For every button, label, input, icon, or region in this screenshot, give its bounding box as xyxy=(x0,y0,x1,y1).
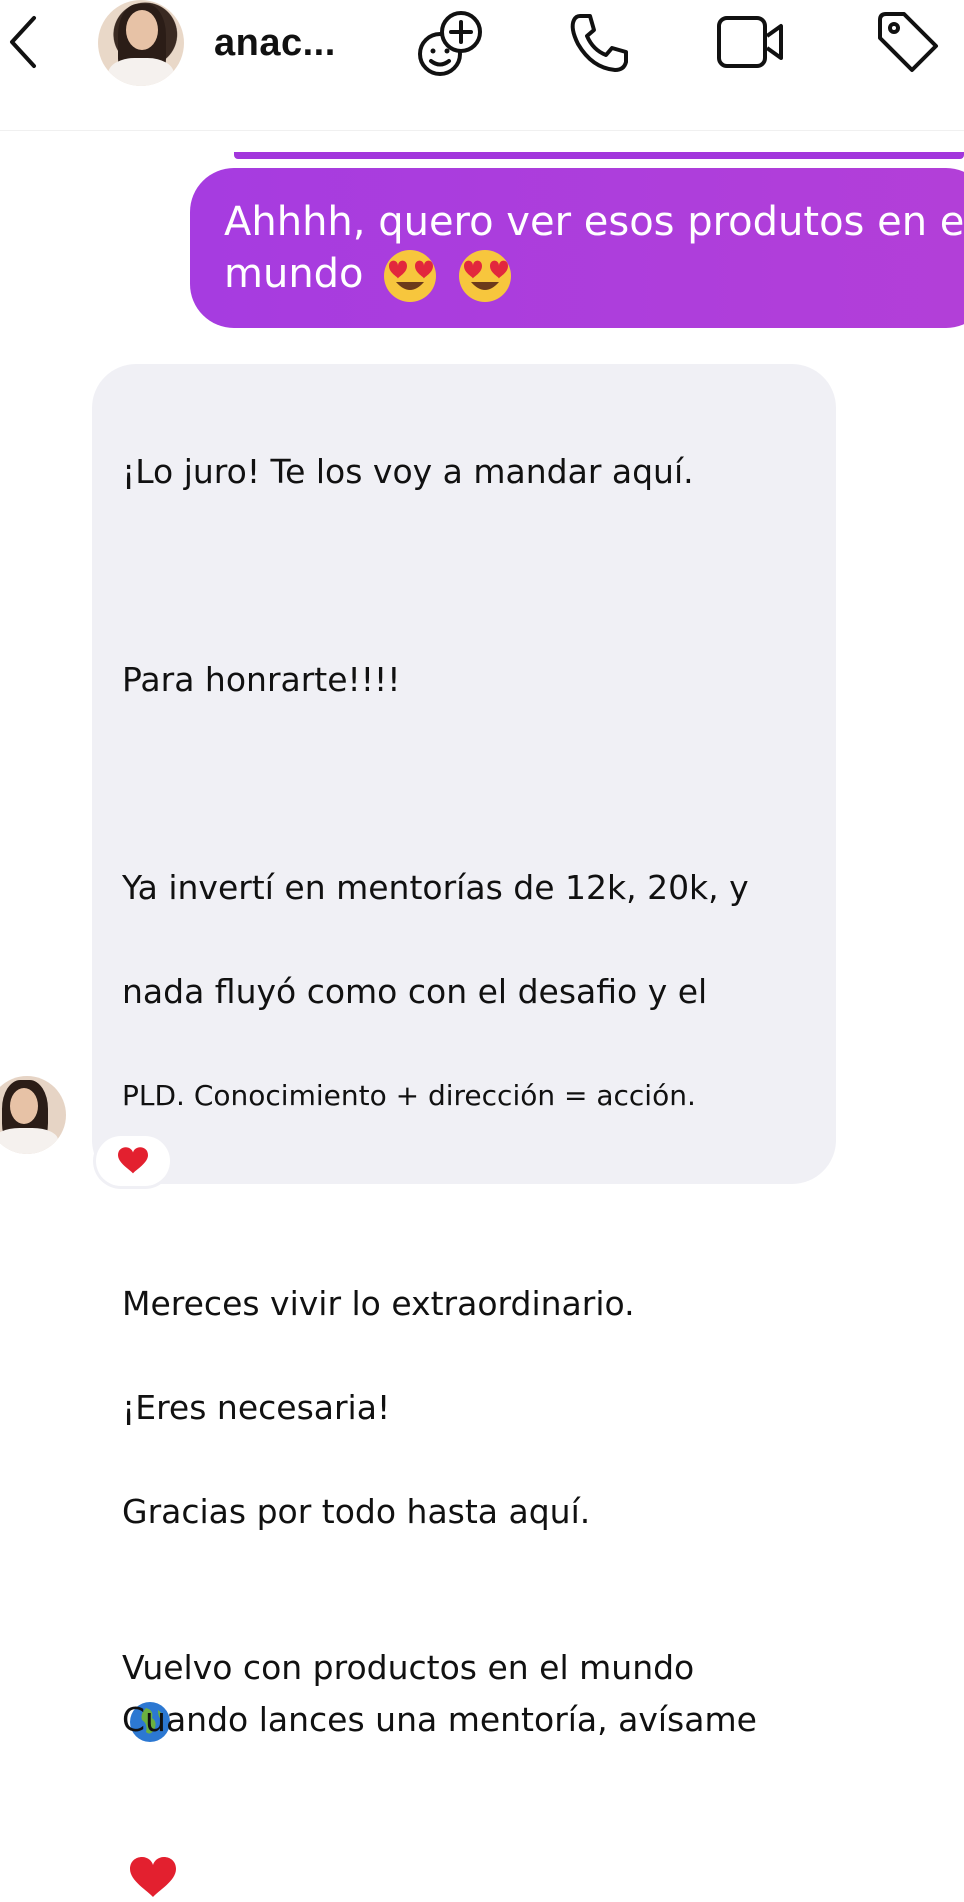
back-chevron-icon[interactable] xyxy=(4,12,40,72)
message-line-with-globe: Vuelvo con productos en el mundo xyxy=(122,1590,822,1742)
message-line: nada fluyó como con el desafio y el xyxy=(122,972,708,1011)
red-heart-icon xyxy=(130,1856,176,1897)
reaction-badge[interactable] xyxy=(96,1136,170,1186)
video-call-icon[interactable] xyxy=(716,14,786,70)
heart-eyes-emoji-icon xyxy=(458,250,511,302)
message-line: Gracias por todo hasta aquí. xyxy=(122,1492,591,1531)
message-line: Vuelvo con productos en el mundo xyxy=(122,1648,695,1687)
tag-icon[interactable] xyxy=(874,12,940,74)
message-line: Para honrarte!!!! xyxy=(122,660,401,699)
message-line: Ya invertí en mentorías de 12k, 20k, y xyxy=(122,868,749,907)
heart-eyes-emoji-icon xyxy=(384,250,437,302)
message-line: ¡Eres necesaria! xyxy=(122,1388,391,1427)
outgoing-message-text: Ahhhh, quero ver esos produtos en el mun… xyxy=(224,196,964,304)
outgoing-message-body: Ahhhh, quero ver esos produtos en el mun… xyxy=(224,199,964,297)
chat-username[interactable]: anac... xyxy=(214,22,336,65)
avatar[interactable] xyxy=(98,0,184,86)
message-line: Cuando lances una mentoría, avísame xyxy=(122,1700,757,1739)
previous-message-edge xyxy=(234,152,964,159)
phone-icon[interactable] xyxy=(566,10,632,76)
incoming-message-text: ¡Lo juro! Te los voy a mandar aquí. Para… xyxy=(122,394,822,1902)
message-line: Mereces vivir lo extraordinario. xyxy=(122,1284,635,1323)
message-line: ¡Lo juro! Te los voy a mandar aquí. xyxy=(122,452,694,491)
chat-header: anac... xyxy=(0,0,964,131)
red-heart-icon xyxy=(118,1147,148,1174)
message-line: PLD. Conocimiento + dirección = acción. xyxy=(122,1079,696,1112)
incoming-message-bubble[interactable]: ¡Lo juro! Te los voy a mandar aquí. Para… xyxy=(92,364,836,1897)
message-line-heart xyxy=(122,1798,822,1897)
outgoing-message-bubble[interactable]: Ahhhh, quero ver esos produtos en el mun… xyxy=(190,168,964,328)
sender-avatar[interactable] xyxy=(0,1076,66,1154)
avatar-shirt xyxy=(108,58,174,86)
avatar-face xyxy=(126,10,158,50)
avatar-face xyxy=(10,1088,38,1124)
effects-icon[interactable] xyxy=(414,10,488,78)
avatar-shirt xyxy=(0,1128,58,1154)
